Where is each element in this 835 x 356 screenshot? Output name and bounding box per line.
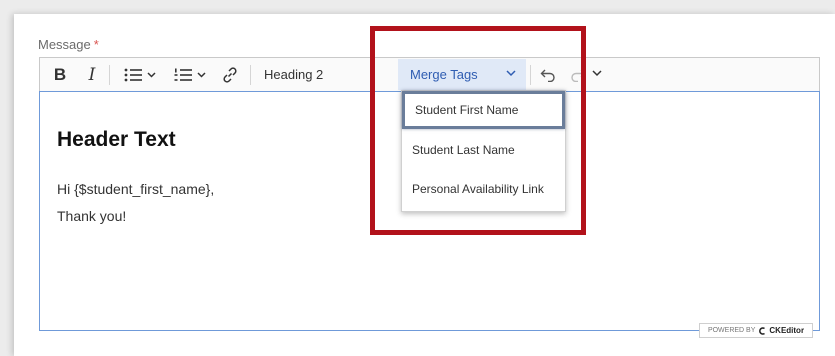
merge-tag-label: Student First Name [415,103,519,117]
powered-by-brand: CKEditor [769,326,805,335]
bold-button-label: B [53,64,67,84]
redo-icon [571,69,586,82]
merge-tag-label: Personal Availability Link [412,182,544,196]
numbered-list-icon [174,68,206,81]
undo-icon [540,69,555,82]
message-label-text: Message [38,37,91,52]
toolbar-divider [530,65,531,85]
merge-tag-personal-availability-link[interactable]: Personal Availability Link [402,170,565,208]
bulleted-list-button[interactable] [118,58,164,91]
content-heading: Header Text [57,128,176,151]
bold-button[interactable]: B [49,58,71,91]
chevron-down-icon [592,70,602,77]
merge-tags-dropdown[interactable]: Merge Tags [398,59,526,90]
undo-button[interactable] [537,58,559,91]
link-button[interactable] [218,58,242,91]
italic-button[interactable]: I [82,58,102,91]
merge-tags-label: Merge Tags [410,67,478,82]
link-icon [223,66,237,83]
editor-toolbar: B I Heading 2 Merge Tags [39,57,820,91]
merge-tag-student-last-name[interactable]: Student Last Name [402,131,565,169]
toolbar-divider [250,65,251,85]
chevron-down-icon [506,70,516,77]
message-field-label: Message * [38,37,99,52]
merge-tag-label: Student Last Name [412,143,515,157]
merge-tag-student-first-name[interactable]: Student First Name [402,91,565,129]
italic-button-label: I [88,64,96,85]
redo-button[interactable] [567,58,589,91]
content-greeting: Hi {$student_first_name}, [57,181,215,197]
powered-by-badge[interactable]: POWERED BY CKEditor [699,323,813,338]
powered-by-prefix: POWERED BY [707,327,756,334]
heading-dropdown-value: Heading 2 [264,67,324,82]
ckeditor-logo-icon [759,326,766,335]
toolbar-divider [109,65,110,85]
bulleted-list-icon [124,68,156,81]
heading-dropdown[interactable]: Heading 2 [260,58,602,91]
numbered-list-button[interactable] [168,58,214,91]
merge-tags-menu: Student First Name Student Last Name Per… [401,90,566,212]
content-closing: Thank you! [57,208,127,224]
required-marker: * [93,37,99,52]
